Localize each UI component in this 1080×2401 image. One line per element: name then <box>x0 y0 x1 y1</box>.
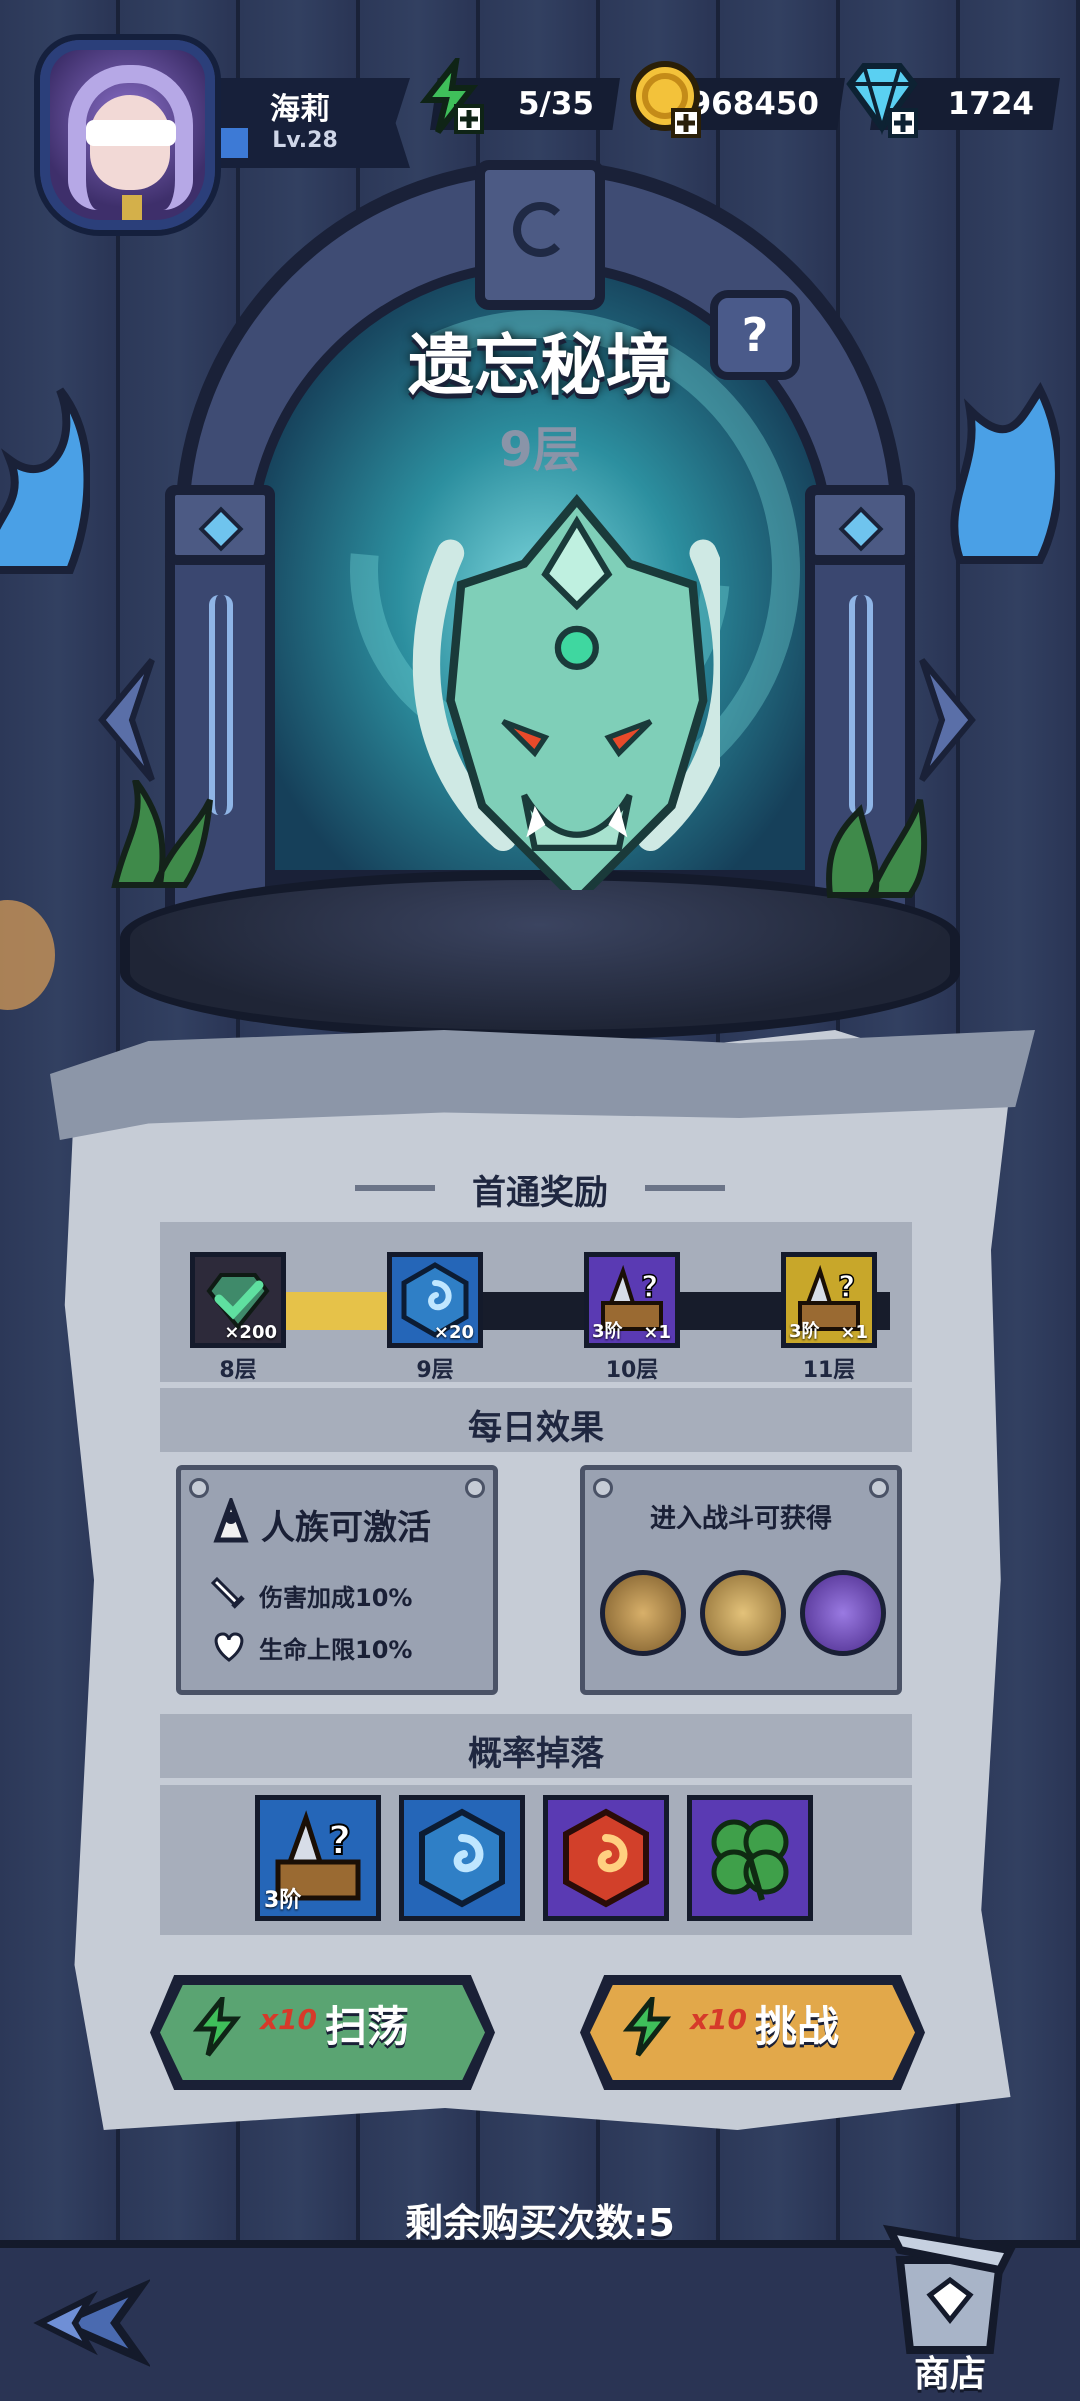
svg-text:?: ? <box>641 1270 658 1305</box>
top-hud: 海莉 Lv.28 5/35 968450 1724 <box>0 0 1080 230</box>
daily-effect-title: 每日效果 <box>468 1408 604 1448</box>
battle-bonus-label: 进入战斗可获得 <box>649 1504 832 1534</box>
race-activation-label: 人族可激活 <box>261 1508 431 1548</box>
gold-value: 968450 <box>689 86 819 122</box>
add-gem-icon[interactable] <box>840 58 924 142</box>
battle-bonus-box: 进入战斗可获得 <box>580 1465 902 1695</box>
dungeon-title: 遗忘秘境 <box>408 327 672 404</box>
drop-item[interactable] <box>399 1795 525 1921</box>
challenge-cost: x10 <box>690 2003 748 2036</box>
svg-text:?: ? <box>328 1818 351 1864</box>
reward-tier: 3阶 <box>789 1321 820 1342</box>
add-gold-icon[interactable] <box>625 58 707 140</box>
energy-bolt-icon <box>622 1997 672 2057</box>
grass-right-decoration <box>826 799 928 898</box>
first-clear-title: 首通奖励 <box>472 1173 608 1213</box>
reward-slot[interactable]: ? 3阶 ×1 <box>584 1252 680 1348</box>
daily-effect-header: 每日效果 <box>160 1388 912 1452</box>
back-arrow-icon[interactable] <box>20 2268 150 2378</box>
challenge-label: 挑战 <box>755 2002 840 2051</box>
energy-bolt-icon <box>192 1997 242 2057</box>
heart-icon <box>214 1632 244 1662</box>
reward-floor-label: 9层 <box>416 1358 454 1383</box>
reward-floor-label: 11层 <box>802 1358 856 1383</box>
reward-quantity: ×200 <box>224 1322 277 1343</box>
reward-quantity: ×1 <box>840 1322 868 1343</box>
purple-crystal-icon[interactable] <box>800 1570 886 1656</box>
reward-quantity: ×20 <box>433 1322 474 1343</box>
player-level: Lv.28 <box>272 128 338 153</box>
sweep-cost: x10 <box>260 2003 318 2036</box>
drops-header: 概率掉落 <box>160 1714 912 1778</box>
blue-rune-icon <box>419 1808 505 1908</box>
add-energy-icon[interactable] <box>412 58 490 136</box>
next-floor-arrow-icon[interactable] <box>912 655 982 785</box>
clover-icon <box>711 1819 789 1901</box>
challenge-button[interactable]: x10 挑战 <box>580 1975 925 2090</box>
first-clear-track: ×200 8层 ×20 9层 ? 3阶 ×1 10层 ? 3阶 ×1 11层 <box>160 1222 912 1383</box>
energy-value: 5/35 <box>517 86 594 122</box>
svg-text:?: ? <box>838 1270 855 1305</box>
drops-title: 概率掉落 <box>468 1734 604 1774</box>
reward-slot[interactable]: ×200 <box>190 1252 286 1348</box>
red-rune-icon <box>563 1808 649 1908</box>
level-progress-bar <box>218 128 248 158</box>
race-effect-box: 人族可激活 伤害加成10% 生命上限10% <box>176 1465 498 1695</box>
reward-floor-label: 8层 <box>219 1358 257 1383</box>
sword-icon <box>211 1576 245 1609</box>
grass-left-decoration <box>111 780 213 888</box>
gem-value: 1724 <box>947 86 1034 122</box>
dragon-boss-icon <box>412 493 720 890</box>
rune-scroll-icon[interactable] <box>700 1570 786 1656</box>
max-hp-stat: 生命上限10% <box>259 1636 413 1664</box>
sweep-label: 扫荡 <box>325 2002 410 2051</box>
reward-quantity: ×1 <box>643 1322 671 1343</box>
drop-tier: 3阶 <box>264 1888 302 1913</box>
current-floor-label: 9层 <box>499 422 581 478</box>
drops-list: ? 3阶 <box>160 1785 912 1935</box>
reward-tier: 3阶 <box>592 1321 623 1342</box>
claw-slash-icon[interactable] <box>600 1570 686 1656</box>
previous-floor-arrow-icon[interactable] <box>92 655 162 785</box>
human-race-icon <box>213 1498 249 1543</box>
drop-item[interactable] <box>687 1795 813 1921</box>
drop-item[interactable] <box>543 1795 669 1921</box>
damage-bonus-stat: 伤害加成10% <box>259 1584 413 1612</box>
shop-label[interactable]: 商店 <box>870 2345 1030 2397</box>
help-button[interactable]: ? <box>710 290 800 380</box>
reward-slot[interactable]: ? 3阶 ×1 <box>781 1252 877 1348</box>
sweep-button[interactable]: x10 扫荡 <box>150 1975 495 2090</box>
reward-floor-label: 10层 <box>605 1358 659 1383</box>
reward-slot[interactable]: ×20 <box>387 1252 483 1348</box>
drop-item[interactable]: ? 3阶 <box>255 1795 381 1921</box>
player-avatar[interactable] <box>40 40 215 230</box>
